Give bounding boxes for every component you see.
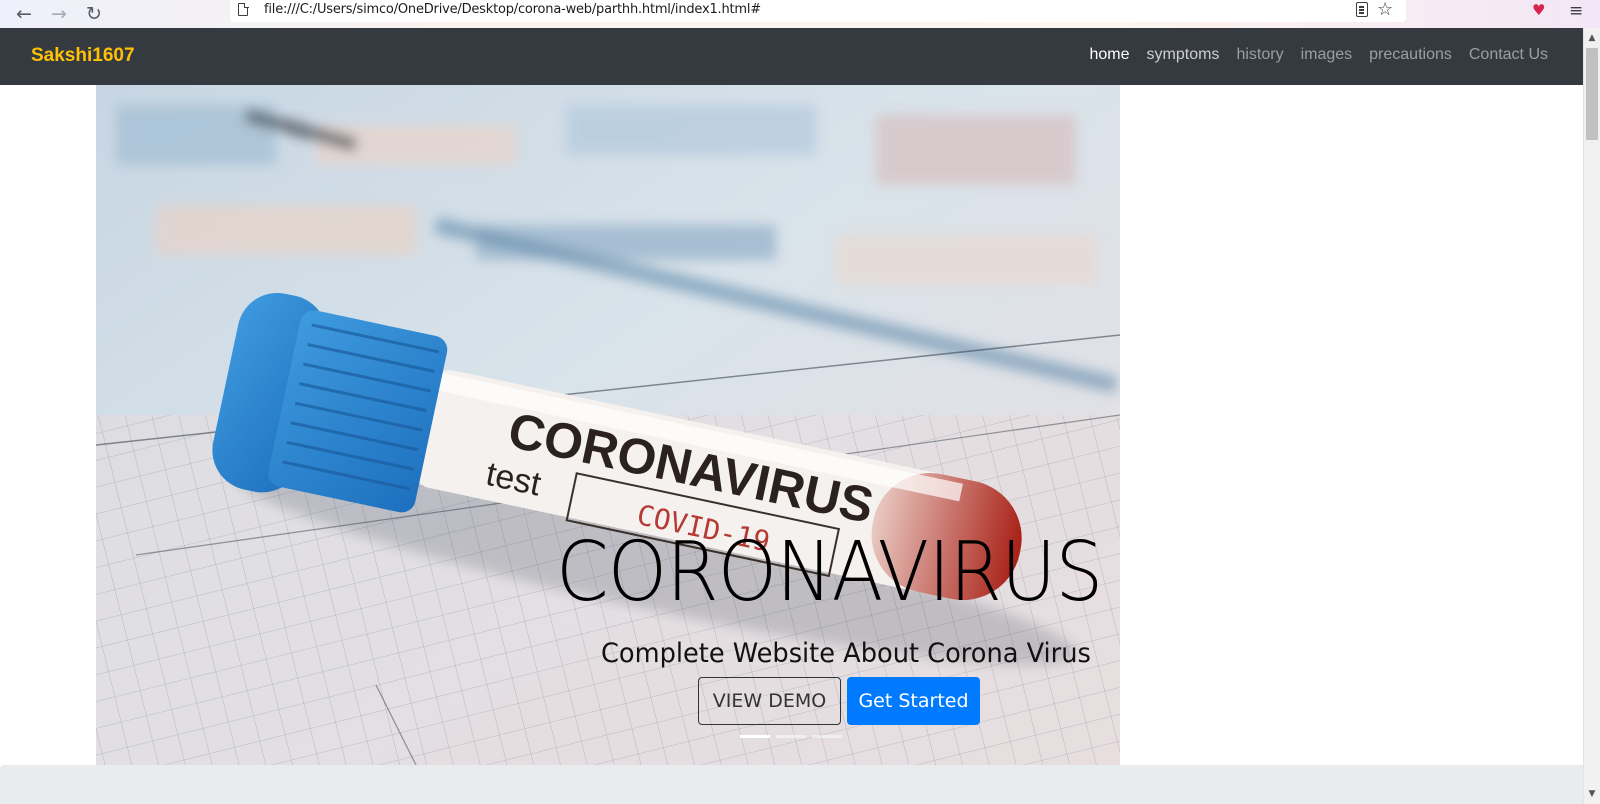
nav-link-home[interactable]: home <box>1090 46 1130 64</box>
page-icon <box>238 2 249 16</box>
pocket-icon[interactable]: ♥ <box>1532 1 1545 19</box>
nav-link-symptoms[interactable]: symptoms <box>1147 46 1220 64</box>
carousel-indicator-2[interactable] <box>776 735 806 738</box>
view-demo-button[interactable]: VIEW DEMO <box>698 677 841 725</box>
scrollbar-thumb[interactable] <box>1586 48 1598 140</box>
browser-toolbar: ← → ↻ file:///C:/Users/simco/OneDrive/De… <box>0 0 1600 28</box>
hero-subheading: Complete Website About Corona Virus <box>601 638 1091 669</box>
reload-icon[interactable]: ↻ <box>81 2 107 26</box>
carousel-indicator-1[interactable] <box>740 735 770 738</box>
carousel-indicator-3[interactable] <box>812 735 842 738</box>
star-icon[interactable]: ☆ <box>1377 0 1393 20</box>
hero-carousel: CORONAVIRUS test COVID-19 CORONAVIRUS Co… <box>96 85 1120 765</box>
back-icon[interactable]: ← <box>11 2 37 26</box>
url-bar[interactable]: file:///C:/Users/simco/OneDrive/Desktop/… <box>230 0 1406 22</box>
brand-logo[interactable]: Sakshi1607 <box>31 45 135 67</box>
nav-links: home symptoms history images precautions… <box>1090 46 1549 64</box>
next-section <box>0 765 1583 804</box>
scroll-down-arrow-icon[interactable]: ▼ <box>1584 786 1600 802</box>
get-started-button[interactable]: Get Started <box>847 677 980 725</box>
url-text[interactable]: file:///C:/Users/simco/OneDrive/Desktop/… <box>264 2 761 17</box>
nav-link-images[interactable]: images <box>1301 46 1353 64</box>
forward-icon[interactable]: → <box>46 2 72 26</box>
nav-link-contact-us[interactable]: Contact Us <box>1469 46 1548 64</box>
hero-heading: CORONAVIRUS <box>556 525 1103 620</box>
carousel-indicators <box>740 735 842 738</box>
hamburger-menu-icon[interactable]: ≡ <box>1569 1 1583 21</box>
site-navbar: Sakshi1607 home symptoms history images … <box>0 28 1583 85</box>
vertical-scrollbar[interactable]: ▲ ▼ <box>1583 28 1600 804</box>
nav-link-precautions[interactable]: precautions <box>1369 46 1452 64</box>
reader-view-icon[interactable] <box>1356 2 1368 17</box>
scroll-up-arrow-icon[interactable]: ▲ <box>1584 30 1600 46</box>
nav-link-history[interactable]: history <box>1236 46 1283 64</box>
